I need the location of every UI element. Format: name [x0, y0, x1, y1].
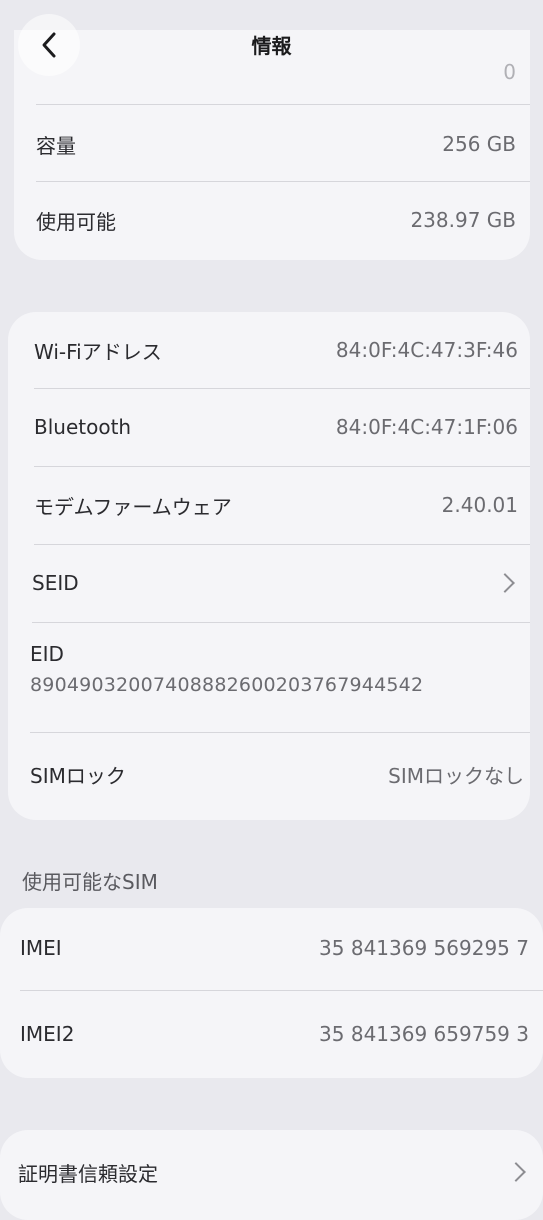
- capacity-row: 容量 256 GB: [14, 124, 530, 164]
- eid-block: EID 89049032007408882600203767944542: [30, 642, 518, 696]
- available-sim-header: 使用可能なSIM: [22, 870, 158, 894]
- divider: [36, 181, 530, 182]
- modem-row: モデムファームウェア 2.40.01: [8, 485, 530, 525]
- bluetooth-row: Bluetooth 84:0F:4C:47:1F:06: [8, 407, 530, 447]
- chevron-right-icon: [506, 1162, 526, 1182]
- capacity-label: 容量: [36, 133, 76, 158]
- imei2-value: 35 841369 659759 3: [319, 1022, 529, 1046]
- imei2-label: IMEI2: [20, 1022, 75, 1046]
- imei-value: 35 841369 569295 7: [319, 936, 529, 960]
- imei-card: IMEI 35 841369 569295 7 IMEI2 35 841369 …: [0, 908, 543, 1078]
- divider: [32, 622, 530, 623]
- divider: [30, 732, 530, 733]
- cert-trust-label: 証明書信頼設定: [18, 1161, 158, 1186]
- bluetooth-label: Bluetooth: [34, 415, 132, 439]
- divider: [34, 466, 530, 467]
- chevron-right-icon: [495, 573, 515, 593]
- available-value: 238.97 GB: [410, 208, 516, 232]
- cert-trust-row[interactable]: 証明書信頼設定: [0, 1152, 543, 1192]
- imei2-row: IMEI2 35 841369 659759 3: [0, 1014, 543, 1054]
- bluetooth-value: 84:0F:4C:47:1F:06: [335, 415, 518, 439]
- wifi-value: 84:0F:4C:47:3F:46: [335, 338, 518, 362]
- page-title: 情報: [251, 34, 292, 58]
- divider: [20, 990, 543, 991]
- simlock-row: SIMロック SIMロックなし: [8, 754, 530, 794]
- simlock-value: SIMロックなし: [388, 763, 524, 788]
- divider: [34, 388, 530, 389]
- network-card: Wi-Fiアドレス 84:0F:4C:47:3F:46 Bluetooth 84…: [8, 312, 530, 820]
- divider: [36, 104, 530, 105]
- navigation-bar: 情報: [0, 0, 543, 90]
- modem-label: モデムファームウェア: [34, 494, 232, 519]
- available-label: 使用可能: [36, 209, 116, 234]
- simlock-label: SIMロック: [30, 763, 126, 788]
- modem-value: 2.40.01: [441, 493, 518, 517]
- imei-row: IMEI 35 841369 569295 7: [0, 928, 543, 968]
- capacity-value: 256 GB: [442, 132, 516, 156]
- divider: [34, 544, 530, 545]
- seid-row[interactable]: SEID: [8, 563, 530, 603]
- seid-label: SEID: [32, 571, 79, 595]
- cert-card: 証明書信頼設定: [0, 1130, 543, 1220]
- wifi-row: Wi-Fiアドレス 84:0F:4C:47:3F:46: [8, 330, 530, 370]
- eid-label: EID: [30, 642, 64, 666]
- available-row: 使用可能 238.97 GB: [14, 200, 530, 240]
- eid-value: 89049032007408882600203767944542: [30, 674, 424, 696]
- imei-label: IMEI: [20, 936, 62, 960]
- wifi-label: Wi-Fiアドレス: [34, 339, 162, 364]
